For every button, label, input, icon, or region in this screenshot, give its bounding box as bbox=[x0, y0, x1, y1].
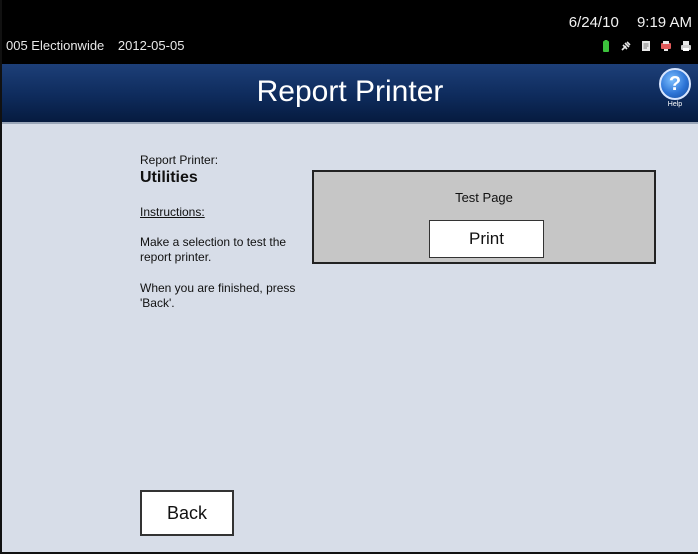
power-plug-icon bbox=[621, 41, 631, 51]
status-bar: 005 Electionwide 2012-05-05 6/24/10 9:19… bbox=[2, 0, 698, 64]
help-icon[interactable]: ? bbox=[659, 68, 691, 100]
battery-icon bbox=[603, 40, 609, 52]
help-button[interactable]: ? Help bbox=[658, 68, 692, 108]
document-icon bbox=[642, 41, 650, 51]
test-page-label: Test Page bbox=[455, 190, 513, 205]
help-label: Help bbox=[667, 101, 683, 108]
current-date: 6/24/10 bbox=[568, 14, 619, 31]
election-info: 005 Electionwide 2012-05-05 bbox=[6, 38, 184, 53]
back-button[interactable]: Back bbox=[140, 490, 234, 536]
instructions-panel: Report Printer: Utilities Instructions: … bbox=[140, 153, 300, 311]
instruction-text-2: When you are finished, press 'Back'. bbox=[140, 281, 296, 310]
status-icons bbox=[600, 40, 692, 52]
test-page-panel: Test Page Print bbox=[312, 170, 656, 264]
printer-icon bbox=[681, 41, 691, 51]
print-button[interactable]: Print bbox=[429, 220, 544, 258]
section-subtitle: Report Printer: bbox=[140, 153, 219, 167]
screen: 005 Electionwide 2012-05-05 6/24/10 9:19… bbox=[0, 0, 698, 554]
election-name: 005 Electionwide bbox=[6, 38, 105, 53]
current-time: 9:19 AM bbox=[636, 14, 692, 31]
election-date: 2012-05-05 bbox=[117, 38, 185, 53]
network-icon bbox=[661, 41, 671, 51]
clock: 6/24/10 9:19 AM bbox=[569, 14, 692, 31]
page-title: Report Printer bbox=[256, 75, 444, 108]
section-heading: Utilities bbox=[140, 169, 198, 186]
instructions-label: Instructions: bbox=[140, 205, 205, 219]
instruction-text-1: Make a selection to test the report prin… bbox=[140, 235, 287, 264]
title-bar: Report Printer ? Help bbox=[2, 64, 698, 124]
